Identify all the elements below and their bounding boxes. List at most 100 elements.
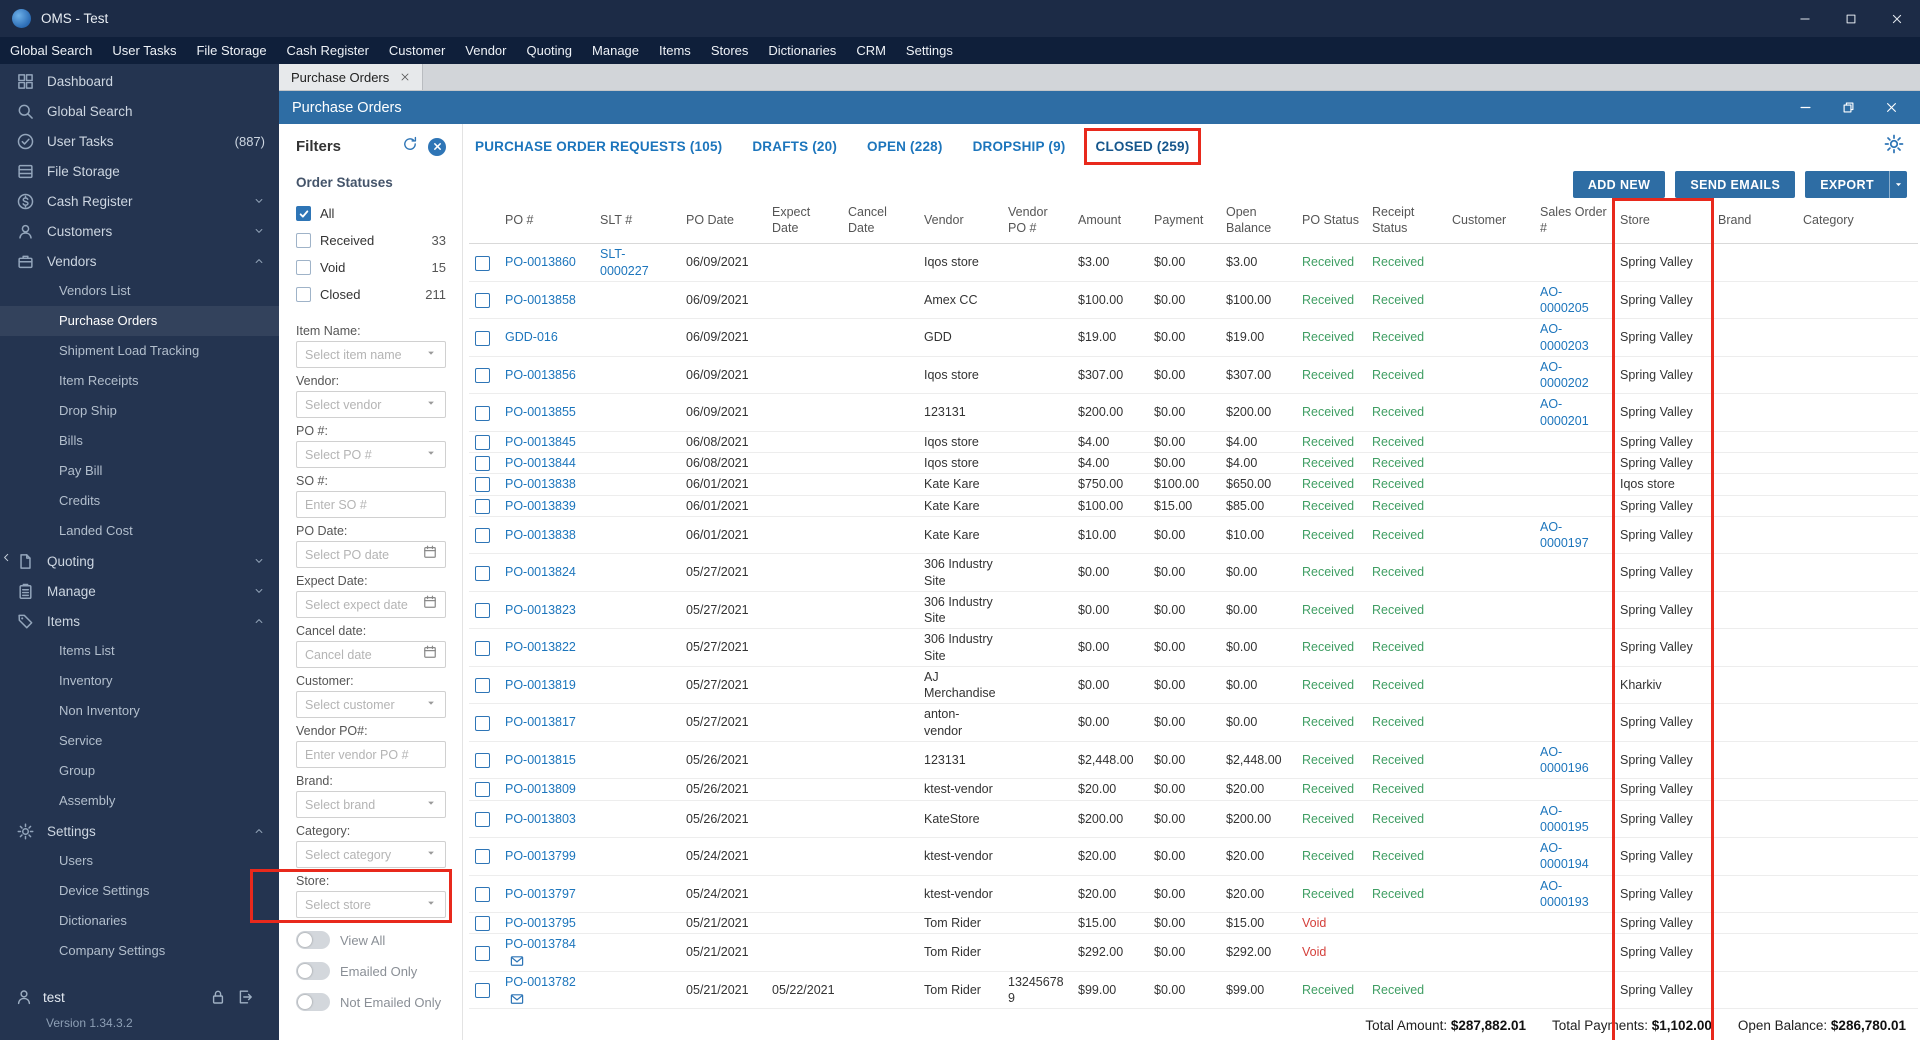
status-option-closed[interactable]: Closed 211 <box>296 281 446 308</box>
col-po_date[interactable]: PO Date <box>680 201 766 245</box>
sidebar-item-bills[interactable]: Bills <box>0 426 279 456</box>
row-checkbox[interactable] <box>475 293 490 309</box>
col-cancel_date[interactable]: Cancel Date <box>842 201 918 245</box>
col-brand[interactable]: Brand <box>1712 201 1797 245</box>
col-customer[interactable]: Customer <box>1446 201 1534 245</box>
sidebar-item-item-receipts[interactable]: Item Receipts <box>0 366 279 396</box>
sidebar-item-dictionaries[interactable]: Dictionaries <box>0 906 279 936</box>
col-po_status[interactable]: PO Status <box>1296 201 1366 245</box>
row-checkbox[interactable] <box>475 498 490 514</box>
sidebar-item-quoting[interactable]: Quoting <box>0 546 279 576</box>
sidebar-item-cash-register[interactable]: Cash Register <box>0 186 279 216</box>
po-link[interactable]: PO-0013809 <box>505 782 576 796</box>
sidebar-item-items-list[interactable]: Items List <box>0 636 279 666</box>
sidebar-item-global-search[interactable]: Global Search <box>0 96 279 126</box>
filter-input-store[interactable]: Select store <box>296 891 446 918</box>
row-checkbox[interactable] <box>475 330 490 346</box>
sidebar-item-non-inventory[interactable]: Non Inventory <box>0 696 279 726</box>
checkbox-void[interactable] <box>296 260 311 275</box>
tab-purchase-order-requests-105[interactable]: PURCHASE ORDER REQUESTS (105) <box>475 139 722 154</box>
po-link[interactable]: PO-0013856 <box>505 368 576 382</box>
col-store[interactable]: Store <box>1614 201 1712 245</box>
sales-order-link[interactable]: AO-0000195 <box>1540 804 1589 834</box>
row-checkbox[interactable] <box>475 434 490 450</box>
lock-icon[interactable] <box>210 989 226 1005</box>
close-button[interactable] <box>1874 0 1920 37</box>
sidebar-item-landed-cost[interactable]: Landed Cost <box>0 516 279 546</box>
menu-item-quoting[interactable]: Quoting <box>516 37 582 64</box>
po-link[interactable]: PO-0013823 <box>505 603 576 617</box>
sidebar-item-credits[interactable]: Credits <box>0 486 279 516</box>
po-link[interactable]: PO-0013855 <box>505 405 576 419</box>
toggle-switch[interactable] <box>296 962 330 980</box>
logout-icon[interactable] <box>237 989 253 1005</box>
tab-drafts-20[interactable]: DRAFTS (20) <box>752 139 837 154</box>
sales-order-link[interactable]: AO-0000205 <box>1540 285 1589 315</box>
toggle-switch[interactable] <box>296 993 330 1011</box>
sidebar-item-vendors-list[interactable]: Vendors List <box>0 276 279 306</box>
menu-item-cash-register[interactable]: Cash Register <box>277 37 379 64</box>
export-dropdown-icon[interactable] <box>1889 171 1907 198</box>
col-sales_order[interactable]: Sales Order # <box>1534 201 1614 245</box>
menu-item-global-search[interactable]: Global Search <box>0 37 102 64</box>
sidebar-item-shipment-load-tracking[interactable]: Shipment Load Tracking <box>0 336 279 366</box>
po-link[interactable]: PO-0013799 <box>505 849 576 863</box>
filter-input-vendor-po[interactable]: Enter vendor PO # <box>296 741 446 768</box>
status-option-received[interactable]: Received 33 <box>296 227 446 254</box>
window-minimize-icon[interactable] <box>1799 101 1812 114</box>
sidebar-item-pay-bill[interactable]: Pay Bill <box>0 456 279 486</box>
row-checkbox[interactable] <box>475 849 490 865</box>
row-checkbox[interactable] <box>475 715 490 731</box>
menu-item-vendor[interactable]: Vendor <box>455 37 516 64</box>
sidebar-item-items[interactable]: Items <box>0 606 279 636</box>
send-emails-button[interactable]: SEND EMAILS <box>1675 171 1796 198</box>
menu-item-crm[interactable]: CRM <box>846 37 896 64</box>
row-checkbox[interactable] <box>475 945 490 961</box>
row-checkbox[interactable] <box>475 811 490 827</box>
sales-order-link[interactable]: AO-0000203 <box>1540 322 1589 352</box>
menu-item-items[interactable]: Items <box>649 37 701 64</box>
row-checkbox[interactable] <box>475 255 490 271</box>
po-link[interactable]: PO-0013797 <box>505 887 576 901</box>
sidebar-item-manage[interactable]: Manage <box>0 576 279 606</box>
minimize-button[interactable] <box>1782 0 1828 37</box>
row-checkbox[interactable] <box>475 886 490 902</box>
toggle-view-all[interactable]: View All <box>296 931 446 949</box>
menu-item-customer[interactable]: Customer <box>379 37 455 64</box>
toggle-not-emailed-only[interactable]: Not Emailed Only <box>296 993 446 1011</box>
add-new-button[interactable]: ADD NEW <box>1572 171 1666 198</box>
maximize-button[interactable] <box>1828 0 1874 37</box>
sidebar-item-device-settings[interactable]: Device Settings <box>0 876 279 906</box>
status-option-all[interactable]: All <box>296 200 446 227</box>
row-checkbox[interactable] <box>475 782 490 798</box>
sidebar-item-users[interactable]: Users <box>0 846 279 876</box>
po-link[interactable]: PO-0013838 <box>505 477 576 491</box>
menu-item-stores[interactable]: Stores <box>701 37 759 64</box>
filter-input-cancel-date[interactable]: Cancel date <box>296 641 446 668</box>
sales-order-link[interactable]: AO-0000202 <box>1540 360 1589 390</box>
tab-closed-259[interactable]: CLOSED (259) <box>1096 139 1190 154</box>
sidebar-item-inventory[interactable]: Inventory <box>0 666 279 696</box>
col-expect_date[interactable]: Expect Date <box>766 201 842 245</box>
row-checkbox[interactable] <box>475 405 490 421</box>
po-link[interactable]: PO-0013822 <box>505 640 576 654</box>
po-link[interactable]: PO-0013782 <box>505 975 576 989</box>
clear-filters-icon[interactable] <box>428 137 446 156</box>
toggle-switch[interactable] <box>296 931 330 949</box>
sidebar-item-company-settings[interactable]: Company Settings <box>0 936 279 966</box>
sales-order-link[interactable]: AO-0000197 <box>1540 520 1589 550</box>
col-vendor[interactable]: Vendor <box>918 201 1002 245</box>
sales-order-link[interactable]: AO-0000201 <box>1540 397 1589 427</box>
filter-input-vendor[interactable]: Select vendor <box>296 391 446 418</box>
sidebar-collapse-icon[interactable] <box>1 550 12 568</box>
po-link[interactable]: PO-0013845 <box>505 435 576 449</box>
sidebar-item-drop-ship[interactable]: Drop Ship <box>0 396 279 426</box>
row-checkbox[interactable] <box>475 640 490 656</box>
row-checkbox[interactable] <box>475 565 490 581</box>
po-link[interactable]: PO-0013795 <box>505 916 576 930</box>
sales-order-link[interactable]: AO-0000194 <box>1540 841 1589 871</box>
filter-input-brand[interactable]: Select brand <box>296 791 446 818</box>
po-link[interactable]: PO-0013844 <box>505 456 576 470</box>
sidebar-item-purchase-orders[interactable]: Purchase Orders <box>0 306 279 336</box>
col-payment[interactable]: Payment <box>1148 201 1220 245</box>
